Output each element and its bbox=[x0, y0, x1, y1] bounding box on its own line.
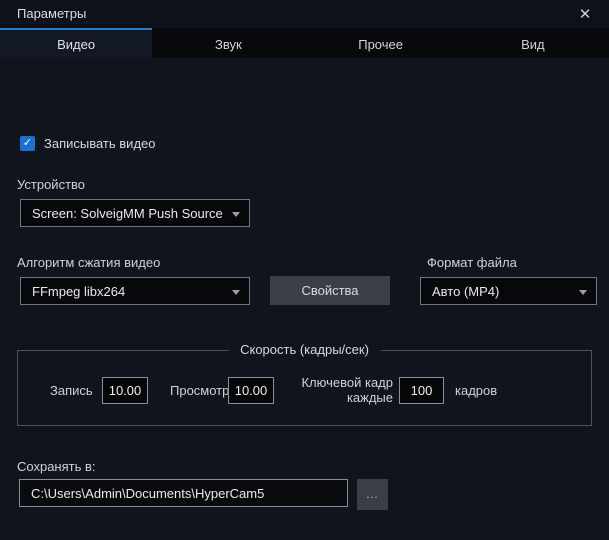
checkbox-checked-icon: ✓ bbox=[20, 136, 35, 151]
file-format-label: Формат файла bbox=[427, 255, 517, 270]
preview-fps-input[interactable] bbox=[228, 377, 274, 404]
tab-bar: Видео Звук Прочее Вид bbox=[0, 28, 609, 58]
device-label: Устройство bbox=[17, 177, 85, 192]
properties-button[interactable]: Свойства bbox=[270, 276, 390, 305]
frames-suffix-label: кадров bbox=[455, 383, 497, 398]
preview-fps-label: Просмотр bbox=[170, 383, 229, 398]
checkmark-icon: ✓ bbox=[23, 138, 32, 149]
tab-view[interactable]: Вид bbox=[457, 28, 609, 58]
record-fps-input[interactable] bbox=[102, 377, 148, 404]
dropdown-arrow-icon bbox=[579, 290, 587, 295]
tab-view-label: Вид bbox=[521, 37, 545, 52]
tab-other-label: Прочее bbox=[358, 37, 403, 52]
tab-video[interactable]: Видео bbox=[0, 28, 152, 58]
tab-video-label: Видео bbox=[57, 37, 95, 52]
dropdown-arrow-icon bbox=[232, 290, 240, 295]
file-format-select[interactable]: Авто (MP4) bbox=[420, 277, 597, 305]
video-tab-panel: ✓ Записывать видео Устройство Screen: So… bbox=[0, 58, 609, 540]
codec-select-value: FFmpeg libx264 bbox=[32, 284, 125, 299]
speed-group-title: Скорость (кадры/сек) bbox=[228, 342, 381, 357]
tab-sound-label: Звук bbox=[215, 37, 242, 52]
tab-sound[interactable]: Звук bbox=[152, 28, 304, 58]
codec-select[interactable]: FFmpeg libx264 bbox=[20, 277, 250, 305]
record-video-checkbox[interactable]: ✓ Записывать видео bbox=[20, 136, 155, 151]
dropdown-arrow-icon bbox=[232, 212, 240, 217]
device-select[interactable]: Screen: SolveigMM Push Source D bbox=[20, 199, 250, 227]
save-path-input[interactable] bbox=[19, 479, 348, 507]
dialog-title: Параметры bbox=[17, 6, 86, 21]
settings-dialog: Параметры ✕ Видео Звук Прочее Вид ✓ Запи… bbox=[0, 0, 609, 540]
record-video-label: Записывать видео bbox=[44, 136, 155, 151]
keyframe-label-line1: Ключевой кадр bbox=[300, 375, 393, 390]
close-icon[interactable]: ✕ bbox=[573, 4, 597, 24]
keyframe-label-line2: каждые bbox=[300, 390, 393, 405]
keyframe-interval-input[interactable] bbox=[399, 377, 444, 404]
device-select-value: Screen: SolveigMM Push Source D bbox=[32, 206, 225, 221]
keyframe-label: Ключевой кадр каждые bbox=[300, 375, 393, 405]
save-to-label: Сохранять в: bbox=[17, 459, 96, 474]
title-bar: Параметры ✕ bbox=[0, 0, 609, 28]
tab-other[interactable]: Прочее bbox=[305, 28, 457, 58]
codec-label: Алгоритм сжатия видео bbox=[17, 255, 160, 270]
record-fps-label: Запись bbox=[50, 383, 93, 398]
browse-button[interactable]: ... bbox=[357, 479, 388, 510]
file-format-select-value: Авто (MP4) bbox=[432, 284, 499, 299]
